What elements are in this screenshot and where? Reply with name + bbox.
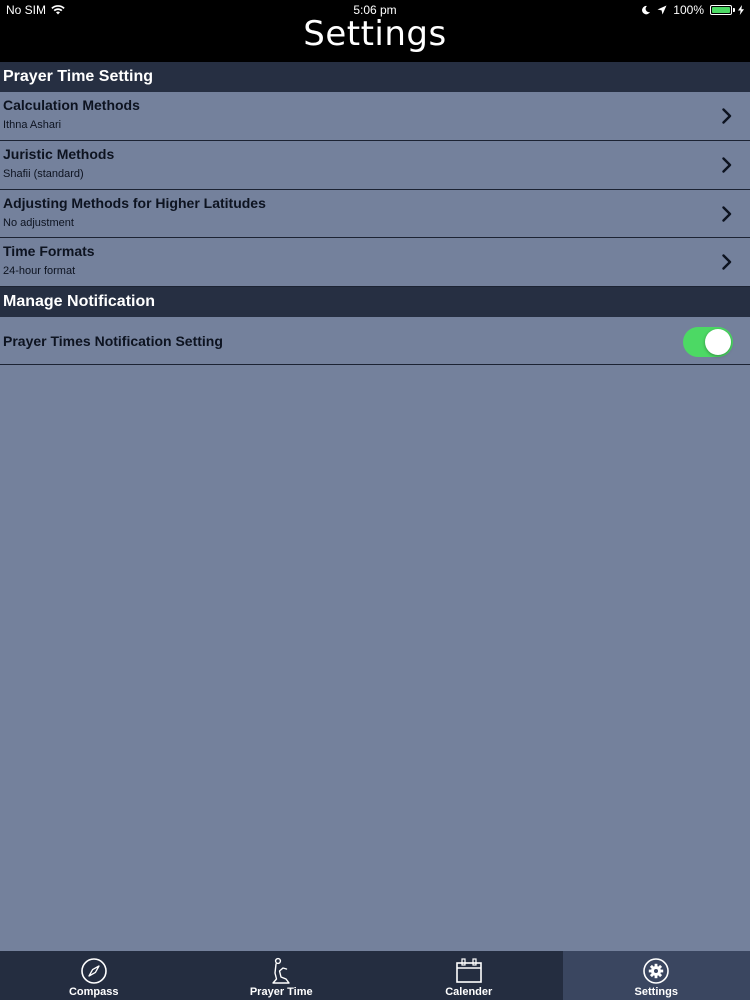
chevron-right-icon xyxy=(722,206,732,222)
tab-label: Compass xyxy=(68,986,119,998)
row-title: Adjusting Methods for Higher Latitudes xyxy=(3,195,266,211)
section-header-manage-notification: Manage Notification xyxy=(0,287,750,317)
settings-row-juristic-methods[interactable]: Juristic Methods Shafii (standard) xyxy=(0,141,750,190)
battery-level-fill xyxy=(712,7,730,13)
row-value: Shafii (standard) xyxy=(3,168,84,180)
row-title: Prayer Times Notification Setting xyxy=(3,333,223,349)
chevron-right-icon xyxy=(722,157,732,173)
settings-row-time-formats[interactable]: Time Formats 24-hour format xyxy=(0,238,750,287)
row-title: Calculation Methods xyxy=(3,97,140,113)
section-header-prayer-time: Prayer Time Setting xyxy=(0,62,750,92)
page-title: Settings xyxy=(303,14,447,54)
chevron-right-icon xyxy=(722,254,732,270)
tab-compass[interactable]: Compass xyxy=(0,951,188,1000)
row-value: No adjustment xyxy=(3,217,74,229)
notification-toggle[interactable] xyxy=(683,327,733,357)
gear-icon xyxy=(643,958,670,984)
settings-row-higher-latitudes[interactable]: Adjusting Methods for Higher Latitudes N… xyxy=(0,190,750,238)
row-value: Ithna Ashari xyxy=(3,119,62,131)
toggle-knob xyxy=(705,329,731,355)
tab-settings[interactable]: Settings xyxy=(562,951,750,1000)
tab-label: Calender xyxy=(445,986,493,998)
tab-calender[interactable]: Calender xyxy=(375,951,563,1000)
tab-bar: Compass Prayer Time Calender Settings xyxy=(0,951,750,1000)
settings-row-notification: Prayer Times Notification Setting xyxy=(0,317,750,365)
row-value: 24-hour format xyxy=(3,265,76,277)
tab-label: Settings xyxy=(634,986,678,998)
top-bar: No SIM 5:06 pm 100% Settings xyxy=(0,0,750,62)
calendar-icon xyxy=(455,958,482,983)
settings-row-calculation-methods[interactable]: Calculation Methods Ithna Ashari xyxy=(0,92,750,141)
row-title: Juristic Methods xyxy=(3,146,115,162)
compass-icon xyxy=(80,958,107,984)
row-title: Time Formats xyxy=(3,243,95,259)
prayer-icon xyxy=(272,957,290,984)
tab-label: Prayer Time xyxy=(249,986,313,998)
tab-prayer-time[interactable]: Prayer Time xyxy=(188,951,376,1000)
chevron-right-icon xyxy=(722,108,732,124)
